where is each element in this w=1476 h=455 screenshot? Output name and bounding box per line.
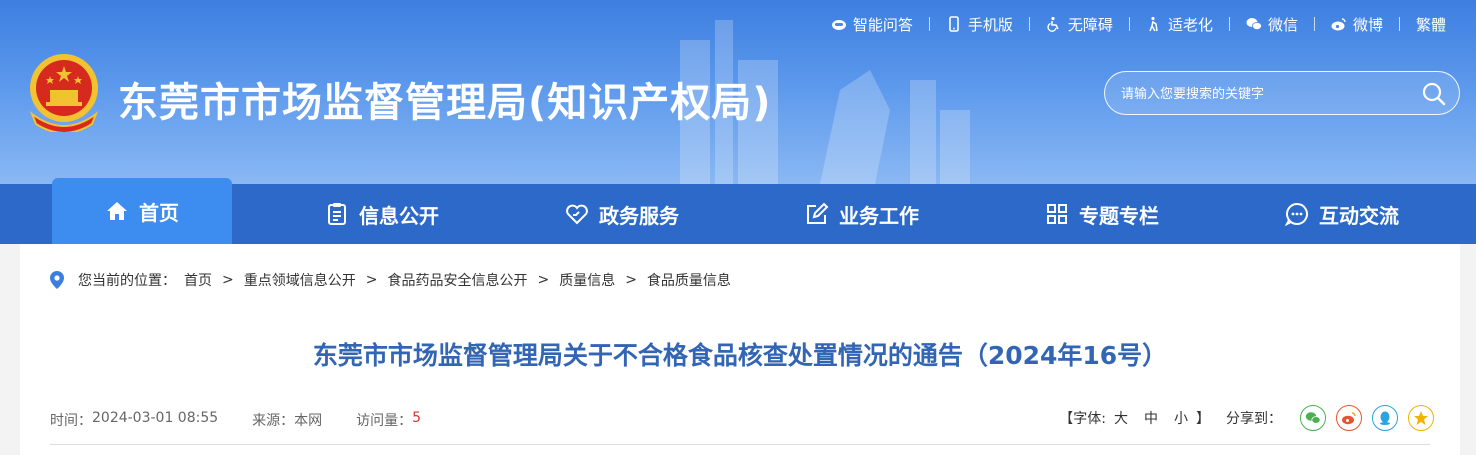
article-panel: 您当前的位置： 首页 > 重点领域信息公开 > 食品药品安全信息公开 > 质量信…	[20, 244, 1460, 455]
elder-icon	[1149, 16, 1158, 32]
toplink-label: 手机版	[967, 15, 1013, 34]
grid-icon	[1047, 204, 1067, 224]
toplink-elderly[interactable]: 适老化	[1130, 12, 1229, 36]
mobile-icon	[949, 16, 959, 32]
home-icon	[107, 202, 127, 220]
nav-label: 互动交流	[1319, 203, 1399, 228]
toplink-label: 繁體	[1415, 15, 1446, 34]
nav-business-work[interactable]: 业务工作	[772, 184, 952, 244]
nav-home[interactable]: 首页	[52, 178, 232, 244]
main-nav: 首页 信息公开 政务服务 业务工作 专题专栏 互动交流	[0, 178, 1476, 244]
toplink-label: 适老化	[1167, 15, 1213, 34]
chat-icon	[1285, 202, 1308, 226]
share-qzone-button[interactable]	[1408, 405, 1434, 431]
article-title: 东莞市市场监督管理局关于不合格食品核查处置情况的通告（2024年16号）	[312, 341, 1168, 370]
breadcrumb-separator: >	[537, 272, 550, 288]
document-icon	[328, 203, 346, 225]
toplink-weibo[interactable]: 微博	[1315, 12, 1399, 36]
article-meta: 时间： 2024-03-01 08:55 来源： 本网 访问量： 5	[50, 410, 421, 430]
share-qq-button[interactable]	[1372, 405, 1398, 431]
divider	[50, 444, 1430, 445]
visits-label: 访问量：	[356, 413, 413, 429]
nav-special-topics[interactable]: 专题专栏	[1012, 184, 1192, 244]
toplink-mobile[interactable]: 手机版	[930, 12, 1029, 36]
top-links: 智能问答 手机版 无障碍 适老化 微信 微博 繁體	[815, 12, 1462, 36]
breadcrumb-separator: >	[625, 272, 637, 288]
breadcrumb-prefix: 您当前的位置：	[78, 273, 176, 289]
qq-icon	[1380, 411, 1390, 425]
nav-info-disclosure[interactable]: 信息公开	[292, 184, 472, 244]
share-wechat-button[interactable]	[1300, 405, 1326, 431]
breadcrumb-quality-info[interactable]: 质量信息	[559, 270, 615, 290]
article-tools: 【字体: 大 中 小 】 分享到：	[1059, 405, 1434, 431]
wechat-icon	[1246, 18, 1262, 30]
source-label: 来源：	[252, 413, 295, 429]
font-size-label-close: 】	[1196, 411, 1210, 427]
search-icon[interactable]	[1421, 81, 1447, 107]
toplink-smart-qa[interactable]: 智能问答	[815, 12, 929, 36]
breadcrumb-home[interactable]: 首页	[184, 270, 212, 290]
edit-icon	[807, 202, 829, 224]
site-title: 东莞市市场监督管理局(知识产权局)	[118, 80, 772, 126]
nav-label: 政务服务	[599, 203, 679, 228]
search-input[interactable]	[1121, 82, 1411, 106]
location-pin-icon	[50, 271, 64, 289]
nav-gov-services[interactable]: 政务服务	[532, 184, 712, 244]
publish-time: 2024-03-01 08:55	[92, 410, 219, 426]
breadcrumb-separator: >	[365, 272, 378, 288]
robot-icon	[831, 20, 846, 30]
nav-interaction[interactable]: 互动交流	[1252, 184, 1432, 244]
share-weibo-button[interactable]	[1336, 405, 1362, 431]
toplink-label: 无障碍	[1067, 15, 1113, 34]
font-size-medium[interactable]: 中	[1144, 408, 1158, 428]
toplink-traditional[interactable]: 繁體	[1400, 12, 1462, 36]
share-label: 分享到：	[1226, 411, 1282, 427]
wheelchair-icon	[1047, 16, 1059, 32]
site-header: 东莞市市场监督管理局(知识产权局) 智能问答 手机版 无障碍 适老化 微信 微博…	[0, 0, 1476, 184]
heart-hand-icon	[566, 204, 588, 225]
breadcrumb: 您当前的位置： 首页 > 重点领域信息公开 > 食品药品安全信息公开 > 质量信…	[50, 270, 731, 290]
toplink-wechat[interactable]: 微信	[1230, 12, 1314, 36]
source-value: 本网	[294, 413, 323, 429]
font-size-large[interactable]: 大	[1114, 408, 1128, 428]
search-box	[1104, 71, 1460, 115]
nav-label: 专题专栏	[1079, 203, 1159, 228]
national-emblem-icon	[29, 54, 99, 132]
breadcrumb-separator: >	[222, 272, 234, 288]
breadcrumb-food-drug-safety[interactable]: 食品药品安全信息公开	[387, 270, 527, 290]
toplink-accessibility[interactable]: 无障碍	[1030, 12, 1129, 36]
time-label: 时间：	[50, 413, 92, 429]
nav-label: 业务工作	[839, 203, 919, 228]
visits-count: 5	[412, 410, 422, 426]
font-size-small[interactable]: 小	[1174, 408, 1188, 428]
toplink-label: 微博	[1352, 15, 1383, 34]
font-size-label-open: 【字体:	[1059, 411, 1106, 427]
weibo-icon	[1331, 18, 1346, 31]
toplink-label: 智能问答	[852, 15, 913, 34]
breadcrumb-key-areas[interactable]: 重点领域信息公开	[244, 270, 356, 290]
breadcrumb-food-quality-info[interactable]: 食品质量信息	[647, 270, 731, 290]
nav-label: 信息公开	[359, 203, 439, 228]
wechat-icon	[1305, 412, 1321, 424]
toplink-label: 微信	[1267, 15, 1298, 34]
nav-label: 首页	[139, 200, 179, 225]
star-icon	[1414, 411, 1428, 425]
weibo-icon	[1342, 412, 1356, 425]
